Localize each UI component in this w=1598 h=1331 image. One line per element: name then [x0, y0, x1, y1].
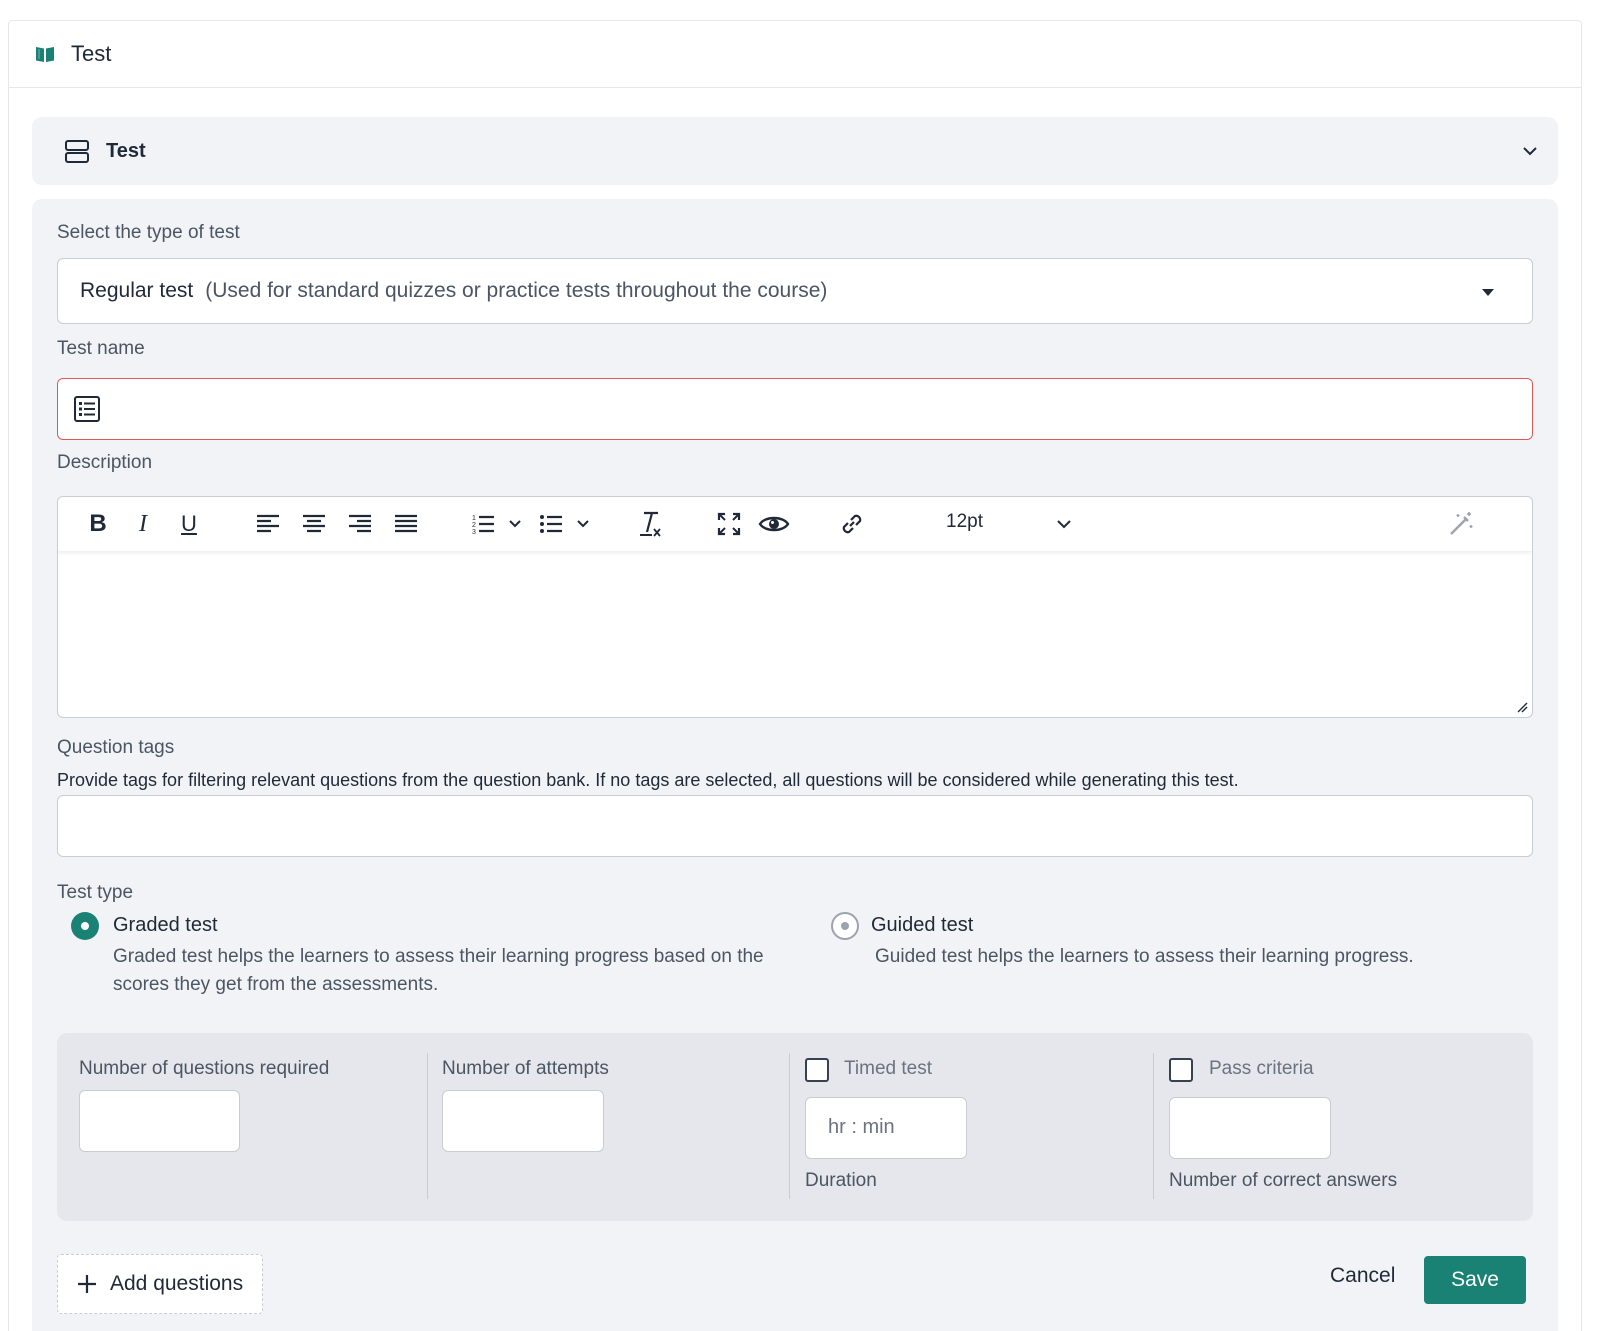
resize-handle-icon[interactable] [1516, 701, 1528, 713]
correct-answers-input[interactable] [1169, 1097, 1331, 1159]
chevron-down-icon [1057, 520, 1071, 529]
magic-wand-icon [1450, 512, 1473, 535]
ai-assist-button[interactable] [1446, 510, 1476, 538]
attempts-input[interactable] [442, 1090, 604, 1152]
timed-test-checkbox[interactable] [805, 1058, 829, 1082]
align-right-icon [349, 514, 371, 533]
section-accordion[interactable]: Test [32, 117, 1558, 185]
test-name-label: Test name [57, 338, 145, 359]
svg-text:3: 3 [472, 529, 476, 536]
add-questions-label: Add questions [110, 1272, 244, 1295]
fullscreen-icon [717, 512, 741, 536]
divider [1153, 1053, 1154, 1199]
link-button[interactable] [838, 510, 866, 538]
align-left-button[interactable] [255, 510, 281, 538]
graded-test-title: Graded test [113, 914, 218, 936]
timed-test-label: Timed test [844, 1058, 932, 1079]
duration-input[interactable]: hr : min [805, 1097, 967, 1159]
graded-test-desc: Graded test helps the learners to assess… [113, 946, 764, 995]
cancel-button[interactable]: Cancel [1330, 1264, 1395, 1288]
link-icon [842, 514, 862, 534]
book-icon [36, 47, 54, 62]
description-label: Description [57, 452, 153, 473]
bullet-list-button[interactable] [538, 510, 594, 538]
stack-icon [65, 140, 89, 163]
svg-text:1: 1 [472, 515, 476, 522]
underline-button[interactable]: U [177, 510, 201, 538]
guided-test-desc: Guided test helps the learners to assess… [875, 946, 1414, 967]
questions-required-input[interactable] [79, 1090, 240, 1152]
test-type-label: Test type [57, 882, 134, 903]
chevron-down-icon[interactable] [1520, 141, 1540, 161]
eye-icon [758, 516, 790, 532]
save-button[interactable]: Save [1424, 1256, 1526, 1304]
justify-icon [395, 514, 417, 533]
fullscreen-button[interactable] [716, 510, 742, 538]
align-right-button[interactable] [347, 510, 373, 538]
test-kind-hint: (Used for standard quizzes or practice t… [205, 279, 828, 302]
clear-format-button[interactable] [638, 510, 664, 538]
test-settings-panel: Number of questions required Number of a… [57, 1033, 1533, 1221]
align-left-icon [257, 514, 279, 533]
question-tags-label: Question tags [57, 737, 175, 758]
guided-test-title: Guided test [871, 914, 974, 936]
duration-placeholder: hr : min [828, 1116, 895, 1138]
bullet-list-icon [540, 515, 589, 533]
preview-button[interactable] [758, 510, 790, 538]
section-title: Test [106, 139, 146, 162]
correct-answers-label: Number of correct answers [1169, 1170, 1398, 1191]
align-center-button[interactable] [301, 510, 327, 538]
pass-criteria-checkbox[interactable] [1169, 1058, 1193, 1082]
plus-icon [78, 1275, 96, 1293]
list-icon [74, 396, 100, 422]
question-tags-input[interactable] [57, 795, 1533, 857]
svg-text:2: 2 [472, 522, 476, 529]
test-kind-select[interactable]: Regular test (Used for standard quizzes … [57, 258, 1533, 324]
editor-toolbar: B I U 1 2 3 12pt [58, 497, 1532, 551]
duration-label: Duration [805, 1170, 877, 1191]
question-tags-help: Provide tags for filtering relevant ques… [57, 770, 1239, 790]
guided-test-radio[interactable] [831, 912, 859, 940]
graded-test-radio[interactable] [71, 912, 99, 940]
card-header: Test [9, 21, 1581, 88]
numbered-list-button[interactable]: 1 2 3 [470, 510, 526, 538]
test-name-input[interactable] [57, 378, 1533, 440]
clear-format-icon [640, 511, 661, 537]
italic-button[interactable]: I [132, 510, 154, 538]
attempts-label: Number of attempts [442, 1058, 609, 1079]
font-size-select[interactable]: 12pt [946, 511, 983, 533]
numbered-list-icon: 1 2 3 [472, 515, 521, 536]
pass-criteria-label: Pass criteria [1209, 1058, 1314, 1079]
page-title: Test [71, 41, 112, 66]
dropdown-caret-icon [1482, 289, 1494, 296]
description-editor[interactable]: B I U 1 2 3 12pt [57, 496, 1533, 718]
questions-required-label: Number of questions required [79, 1058, 330, 1079]
divider [789, 1053, 790, 1199]
test-kind-value: Regular test [80, 279, 194, 302]
test-kind-label: Select the type of test [57, 222, 240, 243]
add-questions-button[interactable]: Add questions [57, 1254, 263, 1314]
divider [427, 1053, 428, 1199]
bold-button[interactable]: B [86, 510, 110, 538]
align-center-icon [303, 514, 325, 533]
justify-button[interactable] [393, 510, 419, 538]
font-size-dropdown[interactable] [1052, 510, 1076, 538]
